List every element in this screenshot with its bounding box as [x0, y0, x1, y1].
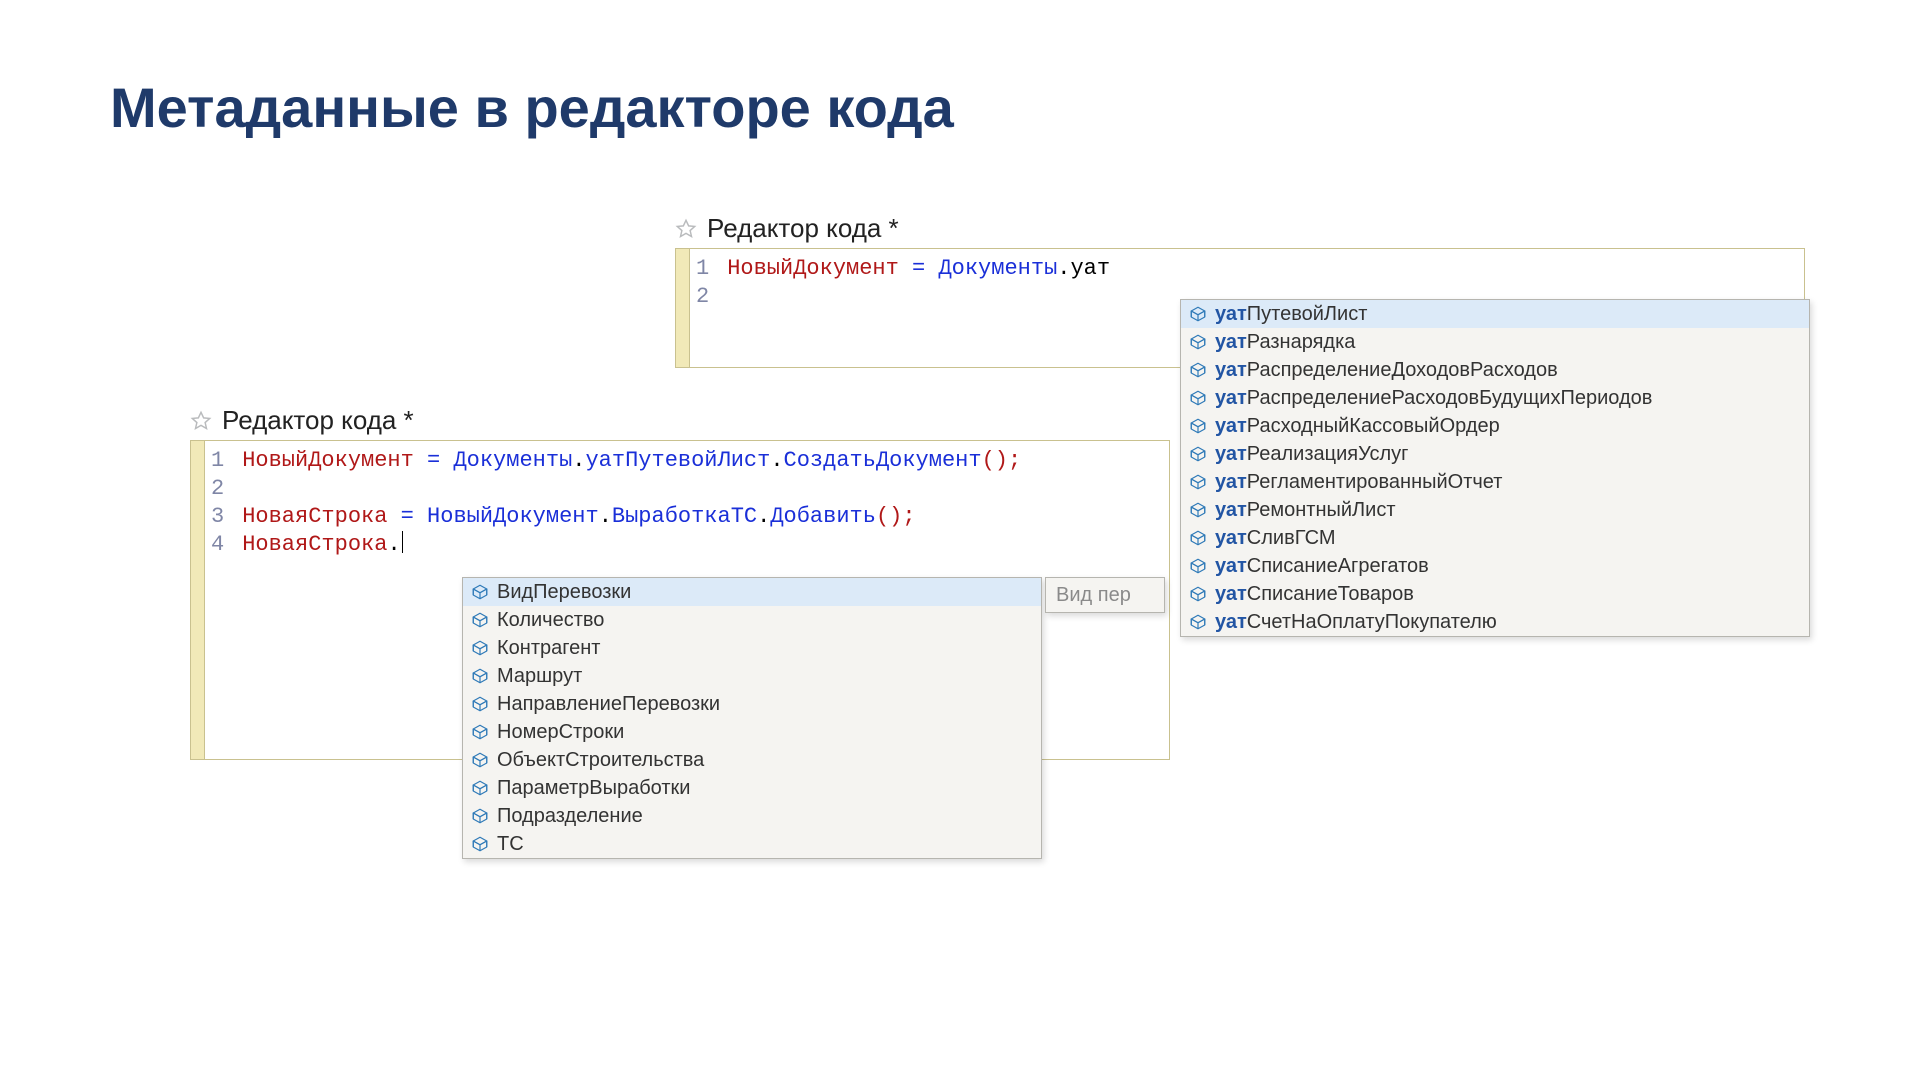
- cube-icon: [471, 695, 489, 713]
- cube-icon: [1189, 613, 1207, 631]
- editor-title: Редактор кода *: [707, 213, 899, 244]
- autocomplete-item[interactable]: НомерСтроки: [463, 718, 1041, 746]
- autocomplete-popup-top[interactable]: уатПутевойЛистуатРазнарядкауатРаспределе…: [1180, 299, 1810, 637]
- gutter-strip: [191, 441, 205, 759]
- editor-header: Редактор кода *: [675, 213, 1805, 248]
- cube-icon: [471, 835, 489, 853]
- autocomplete-item[interactable]: Количество: [463, 606, 1041, 634]
- code-line: НовыйДокумент = Документы.уат: [727, 255, 1796, 283]
- autocomplete-item[interactable]: уатСливГСМ: [1181, 524, 1809, 552]
- autocomplete-item[interactable]: уатРеализацияУслуг: [1181, 440, 1809, 468]
- cube-icon: [471, 779, 489, 797]
- text-cursor: [402, 531, 403, 553]
- autocomplete-item[interactable]: ВидПеревозки: [463, 578, 1041, 606]
- line-numbers: 1 2: [690, 249, 719, 367]
- cube-icon: [471, 583, 489, 601]
- cube-icon: [1189, 361, 1207, 379]
- cube-icon: [1189, 529, 1207, 547]
- autocomplete-item[interactable]: уатРемонтныйЛист: [1181, 496, 1809, 524]
- star-icon: [675, 218, 697, 240]
- cube-icon: [471, 807, 489, 825]
- editor-header: Редактор кода *: [190, 405, 1170, 440]
- cube-icon: [471, 639, 489, 657]
- autocomplete-item[interactable]: ТС: [463, 830, 1041, 858]
- autocomplete-item[interactable]: уатРаспределениеДоходовРасходов: [1181, 356, 1809, 384]
- autocomplete-item[interactable]: Подразделение: [463, 802, 1041, 830]
- cube-icon: [1189, 473, 1207, 491]
- autocomplete-item[interactable]: уатРазнарядка: [1181, 328, 1809, 356]
- autocomplete-item[interactable]: уатРаспределениеРасходовБудущихПериодов: [1181, 384, 1809, 412]
- cube-icon: [1189, 501, 1207, 519]
- slide-title: Метаданные в редакторе кода: [110, 75, 954, 140]
- cube-icon: [1189, 417, 1207, 435]
- cube-icon: [471, 611, 489, 629]
- autocomplete-item[interactable]: уатСписаниеТоваров: [1181, 580, 1809, 608]
- cube-icon: [471, 723, 489, 741]
- autocomplete-item[interactable]: Контрагент: [463, 634, 1041, 662]
- cube-icon: [471, 751, 489, 769]
- code-line: НоваяСтрока = НовыйДокумент.ВыработкаТС.…: [242, 503, 1161, 531]
- code-line: [242, 475, 1161, 503]
- cube-icon: [1189, 445, 1207, 463]
- star-icon: [190, 410, 212, 432]
- autocomplete-hint: Вид пер: [1045, 577, 1165, 613]
- autocomplete-item[interactable]: ОбъектСтроительства: [463, 746, 1041, 774]
- cube-icon: [1189, 557, 1207, 575]
- autocomplete-item[interactable]: уатРасходныйКассовыйОрдер: [1181, 412, 1809, 440]
- line-numbers: 1 2 3 4: [205, 441, 234, 759]
- cube-icon: [471, 667, 489, 685]
- code-line: НовыйДокумент = Документы.уатПутевойЛист…: [242, 447, 1161, 475]
- autocomplete-item[interactable]: уатСчетНаОплатуПокупателю: [1181, 608, 1809, 636]
- autocomplete-item[interactable]: уатПутевойЛист: [1181, 300, 1809, 328]
- autocomplete-item[interactable]: ПараметрВыработки: [463, 774, 1041, 802]
- code-line: НоваяСтрока.: [242, 531, 1161, 559]
- autocomplete-item[interactable]: НаправлениеПеревозки: [463, 690, 1041, 718]
- editor-title: Редактор кода *: [222, 405, 414, 436]
- cube-icon: [1189, 585, 1207, 603]
- autocomplete-item[interactable]: уатСписаниеАгрегатов: [1181, 552, 1809, 580]
- cube-icon: [1189, 305, 1207, 323]
- autocomplete-popup-bottom[interactable]: ВидПеревозкиКоличествоКонтрагентМаршрутН…: [462, 577, 1042, 859]
- gutter-strip: [676, 249, 690, 367]
- cube-icon: [1189, 389, 1207, 407]
- cube-icon: [1189, 333, 1207, 351]
- autocomplete-item[interactable]: Маршрут: [463, 662, 1041, 690]
- autocomplete-item[interactable]: уатРегламентированныйОтчет: [1181, 468, 1809, 496]
